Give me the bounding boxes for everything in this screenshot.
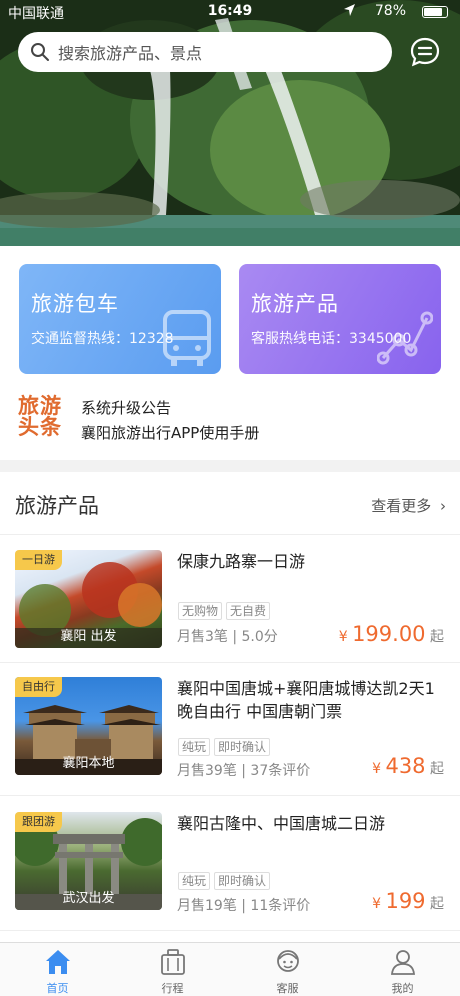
feature-chips: 纯玩 即时确认 xyxy=(178,872,271,890)
user-icon xyxy=(390,950,415,975)
currency-symbol: ¥ xyxy=(372,761,381,777)
price-suffix: 起 xyxy=(430,629,444,645)
battery-icon xyxy=(422,6,448,18)
tab-itinerary[interactable]: 行程 xyxy=(115,943,230,996)
price: ¥ 438 起 xyxy=(372,754,444,778)
tab-label: 客服 xyxy=(276,982,299,995)
feature-chips: 纯玩 即时确认 xyxy=(178,738,271,756)
tab-service[interactable]: 客服 xyxy=(230,943,345,996)
currency-symbol: ¥ xyxy=(338,629,348,645)
currency-symbol: ¥ xyxy=(372,896,381,912)
charter-card-title: 旅游包车 xyxy=(31,292,119,316)
product-card-title: 旅游产品 xyxy=(251,292,339,316)
chevron-right-icon: › xyxy=(440,497,446,515)
product-title: 襄阳中国唐城+襄阳唐城博达凯2天1晚自由行 中国唐朝门票 xyxy=(177,679,435,721)
feature-chip: 即时确认 xyxy=(214,872,271,890)
departure-caption: 武汉出发 xyxy=(62,891,115,906)
search-placeholder: 搜索旅游产品、景点 xyxy=(58,44,203,63)
search-bar[interactable]: 搜索旅游产品、景点 xyxy=(18,32,392,72)
price-suffix: 起 xyxy=(430,761,444,777)
tab-home[interactable]: 首页 xyxy=(0,943,115,996)
home-icon xyxy=(45,950,70,974)
product-title: 保康九路寨一日游 xyxy=(177,552,306,571)
section-title: 旅游产品 xyxy=(15,494,99,518)
suitcase-icon xyxy=(160,949,185,975)
see-more-link[interactable]: 查看更多 › xyxy=(371,495,446,516)
tab-bar: 首页 行程 客服 我的 xyxy=(0,942,460,996)
hero-banner[interactable]: 中国联通 16:49 78% 搜索旅游产品、景点 xyxy=(0,0,460,246)
product-item[interactable]: 跟团游 武汉出发 襄阳古隆中、中国唐城二日游 纯玩 即时确认 月售19笔 | 1… xyxy=(0,812,460,942)
price-value: 199 xyxy=(385,889,426,913)
tab-label: 行程 xyxy=(161,982,184,995)
battery-percent: 78% xyxy=(374,3,406,19)
category-tag: 跟团游 xyxy=(15,812,62,832)
category-tag: 自由行 xyxy=(15,677,62,697)
charter-card-hotline: 交通监督热线：12328 xyxy=(31,331,174,347)
status-bar: 中国联通 16:49 78% xyxy=(0,0,460,24)
feature-chip: 即时确认 xyxy=(214,738,271,756)
departure-caption: 襄阳本地 xyxy=(62,756,115,771)
sales-info: 月售19笔 | 11条评价 xyxy=(177,898,311,914)
news-item[interactable]: 襄阳旅游出行APP使用手册 xyxy=(81,422,259,443)
price-value: 438 xyxy=(385,754,426,778)
tab-mine[interactable]: 我的 xyxy=(345,943,460,996)
sales-info: 月售39笔 | 37条评价 xyxy=(177,763,311,779)
feature-chip: 无购物 xyxy=(178,602,223,620)
divider xyxy=(0,795,460,796)
message-button[interactable] xyxy=(409,36,441,68)
product-card[interactable]: 旅游产品 客服热线电话：3345000 xyxy=(239,264,441,374)
charter-card[interactable]: 旅游包车 交通监督热线：12328 xyxy=(19,264,221,374)
product-thumbnail: 跟团游 武汉出发 xyxy=(15,812,162,910)
home-screen: 中国联通 16:49 78% 搜索旅游产品、景点 旅游包车 交通监督热线：123… xyxy=(0,0,460,996)
sales-info: 月售3笔 | 5.0分 xyxy=(177,629,278,645)
see-more-label: 查看更多 xyxy=(371,497,432,515)
product-item[interactable]: 自由行 襄阳本地 襄阳中国唐城+襄阳唐城博达凯2天1晚自由行 中国唐朝门票 纯玩… xyxy=(0,677,460,807)
feature-chip: 纯玩 xyxy=(178,872,211,890)
bus-icon xyxy=(163,310,211,366)
price-suffix: 起 xyxy=(430,896,444,912)
price: ¥ 199 起 xyxy=(372,889,444,913)
departure-caption: 襄阳 出发 xyxy=(60,629,117,644)
tab-label: 首页 xyxy=(46,982,69,995)
news-item[interactable]: 系统升级公告 xyxy=(81,397,171,418)
feature-chip: 无自费 xyxy=(226,602,271,620)
price-value: 199.00 xyxy=(352,622,426,646)
search-icon xyxy=(31,43,49,61)
section-divider xyxy=(0,460,460,472)
product-thumbnail: 自由行 襄阳本地 xyxy=(15,677,162,775)
product-thumbnail: 一日游 襄阳 出发 xyxy=(15,550,162,648)
product-item[interactable]: 一日游 襄阳 出发 保康九路寨一日游 无购物 无自费 月售3笔 | 5.0分 ¥… xyxy=(0,550,460,680)
product-title: 襄阳古隆中、中国唐城二日游 xyxy=(177,814,386,833)
divider xyxy=(0,534,460,535)
divider xyxy=(0,930,460,931)
divider xyxy=(0,662,460,663)
feature-chips: 无购物 无自费 xyxy=(178,602,271,620)
travel-headlines-logo: 旅游头条 xyxy=(18,394,62,439)
feature-chip: 纯玩 xyxy=(178,738,211,756)
chat-icon xyxy=(410,37,440,67)
tab-label: 我的 xyxy=(391,982,414,995)
service-icon xyxy=(276,950,299,972)
route-icon xyxy=(377,311,433,365)
category-tag: 一日游 xyxy=(15,550,62,570)
price: ¥ 199.00 起 xyxy=(339,622,444,646)
